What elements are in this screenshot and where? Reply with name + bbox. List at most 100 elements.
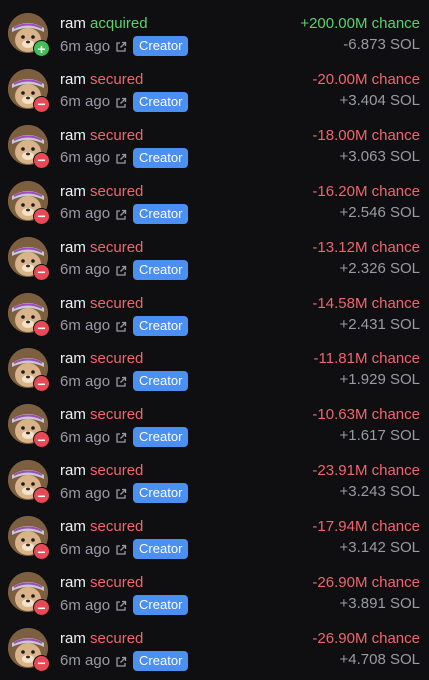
username[interactable]: ram <box>60 239 86 256</box>
sol-amount: +4.708 SOL <box>339 650 420 668</box>
minus-icon: − <box>33 319 50 337</box>
sol-amount: +1.929 SOL <box>339 371 420 389</box>
avatar[interactable]: − <box>8 516 50 561</box>
username[interactable]: ram <box>60 295 86 312</box>
sol-amount: +3.063 SOL <box>339 147 420 165</box>
avatar[interactable]: − <box>8 348 50 393</box>
trade-row[interactable]: + ram acquired 6m ago Creator +200.00M chanc… <box>0 9 429 65</box>
minus-icon: − <box>33 375 50 393</box>
trade-action: secured <box>90 406 144 424</box>
username[interactable]: ram <box>60 15 86 32</box>
minus-icon: − <box>33 487 50 505</box>
trade-summary: ram acquired <box>60 15 148 33</box>
trade-summary: ram secured <box>60 518 143 536</box>
minus-icon: − <box>33 599 50 616</box>
trade-meta: 6m ago Creator <box>60 91 189 113</box>
external-link-icon[interactable] <box>115 431 127 443</box>
timestamp: 6m ago <box>60 596 111 614</box>
username[interactable]: ram <box>60 574 86 591</box>
minus-icon: − <box>33 151 50 169</box>
timestamp: 6m ago <box>60 205 111 223</box>
external-link-icon[interactable] <box>115 543 127 555</box>
timestamp: 6m ago <box>60 540 111 558</box>
username[interactable]: ram <box>60 518 86 535</box>
trade-meta: 6m ago Creator <box>60 650 189 672</box>
creator-badge: Creator <box>133 427 189 448</box>
trade-meta: 6m ago Creator <box>60 594 189 616</box>
trade-row[interactable]: − ram secured 6m ago Creator -11.81M chance +… <box>0 344 429 400</box>
username[interactable]: ram <box>60 630 86 647</box>
trade-summary: ram secured <box>60 239 143 257</box>
external-link-icon[interactable] <box>115 320 127 332</box>
external-link-icon[interactable] <box>115 208 127 220</box>
sol-amount: +2.431 SOL <box>339 315 420 333</box>
plus-icon: + <box>33 40 50 57</box>
trade-action: secured <box>90 574 144 591</box>
external-link-icon[interactable] <box>115 40 127 52</box>
creator-badge: Creator <box>133 539 189 560</box>
trade-summary: ram secured <box>60 295 143 313</box>
external-link-icon[interactable] <box>115 655 127 667</box>
avatar[interactable]: − <box>8 404 50 449</box>
trade-row[interactable]: − ram secured 6m ago Creator -16.20M chance +… <box>0 177 429 233</box>
trade-row[interactable]: − ram secured 6m ago Creator -18.00M chance +… <box>0 121 429 177</box>
trade-summary: ram secured <box>60 630 143 648</box>
timestamp: 6m ago <box>60 484 111 502</box>
timestamp: 6m ago <box>60 149 111 167</box>
sol-amount: +1.617 SOL <box>339 427 420 445</box>
avatar[interactable]: − <box>8 180 50 225</box>
trade-row[interactable]: − ram secured 6m ago Creator -10.63M chance +… <box>0 400 429 456</box>
token-amount: -26.90M chance <box>312 574 420 591</box>
avatar[interactable]: − <box>8 460 50 505</box>
timestamp: 6m ago <box>60 652 111 670</box>
trade-row[interactable]: − ram secured 6m ago Creator -13.12M chance +… <box>0 233 429 289</box>
token-amount: -18.00M chance <box>312 126 420 144</box>
username[interactable]: ram <box>60 127 86 144</box>
trade-row[interactable]: − ram secured 6m ago Creator -14.58M chance +… <box>0 289 429 345</box>
trade-summary: ram secured <box>60 462 143 480</box>
avatar[interactable]: − <box>8 627 50 672</box>
trade-row[interactable]: − ram secured 6m ago Creator -26.90M chance +… <box>0 568 429 624</box>
avatar[interactable]: + <box>8 13 50 57</box>
avatar[interactable]: − <box>8 292 50 337</box>
external-link-icon[interactable] <box>115 375 127 388</box>
sol-amount: +2.326 SOL <box>339 259 420 277</box>
trade-summary: ram secured <box>60 183 143 201</box>
sol-amount: +3.142 SOL <box>339 539 420 557</box>
creator-badge: Creator <box>133 650 189 671</box>
minus-icon: − <box>33 95 50 113</box>
sol-amount: +2.546 SOL <box>339 203 420 221</box>
avatar[interactable]: − <box>8 68 50 113</box>
username[interactable]: ram <box>60 183 86 200</box>
trade-summary: ram secured <box>60 406 143 424</box>
creator-badge: Creator <box>133 91 189 112</box>
trade-meta: 6m ago Creator <box>60 203 189 225</box>
trade-row[interactable]: − ram secured 6m ago Creator -23.91M chance +… <box>0 456 429 512</box>
trade-row[interactable]: − ram secured 6m ago Creator -20.00M chance +… <box>0 65 429 121</box>
token-amount: -23.91M chance <box>312 462 420 480</box>
external-link-icon[interactable] <box>115 487 127 499</box>
token-amount: -20.00M chance <box>312 70 420 88</box>
username[interactable]: ram <box>60 462 86 479</box>
external-link-icon[interactable] <box>115 264 127 276</box>
timestamp: 6m ago <box>60 93 111 111</box>
external-link-icon[interactable] <box>115 152 127 164</box>
external-link-icon[interactable] <box>115 96 127 108</box>
username[interactable]: ram <box>60 350 86 367</box>
avatar[interactable]: − <box>8 124 50 169</box>
creator-badge: Creator <box>133 259 189 280</box>
trade-action: secured <box>90 70 144 88</box>
timestamp: 6m ago <box>60 317 111 334</box>
avatar[interactable]: − <box>8 236 50 281</box>
minus-icon: − <box>33 543 50 561</box>
avatar[interactable]: − <box>8 572 50 616</box>
minus-icon: − <box>33 207 50 225</box>
username[interactable]: ram <box>60 406 86 423</box>
trade-action: secured <box>90 629 144 647</box>
trade-row[interactable]: − ram secured 6m ago Creator -26.90M chance +… <box>0 624 429 680</box>
creator-badge: Creator <box>133 371 189 392</box>
sol-amount: +3.243 SOL <box>339 483 420 501</box>
external-link-icon[interactable] <box>115 599 127 611</box>
trade-row[interactable]: − ram secured 6m ago Creator -17.94M chance +… <box>0 512 429 568</box>
username[interactable]: ram <box>60 71 86 88</box>
